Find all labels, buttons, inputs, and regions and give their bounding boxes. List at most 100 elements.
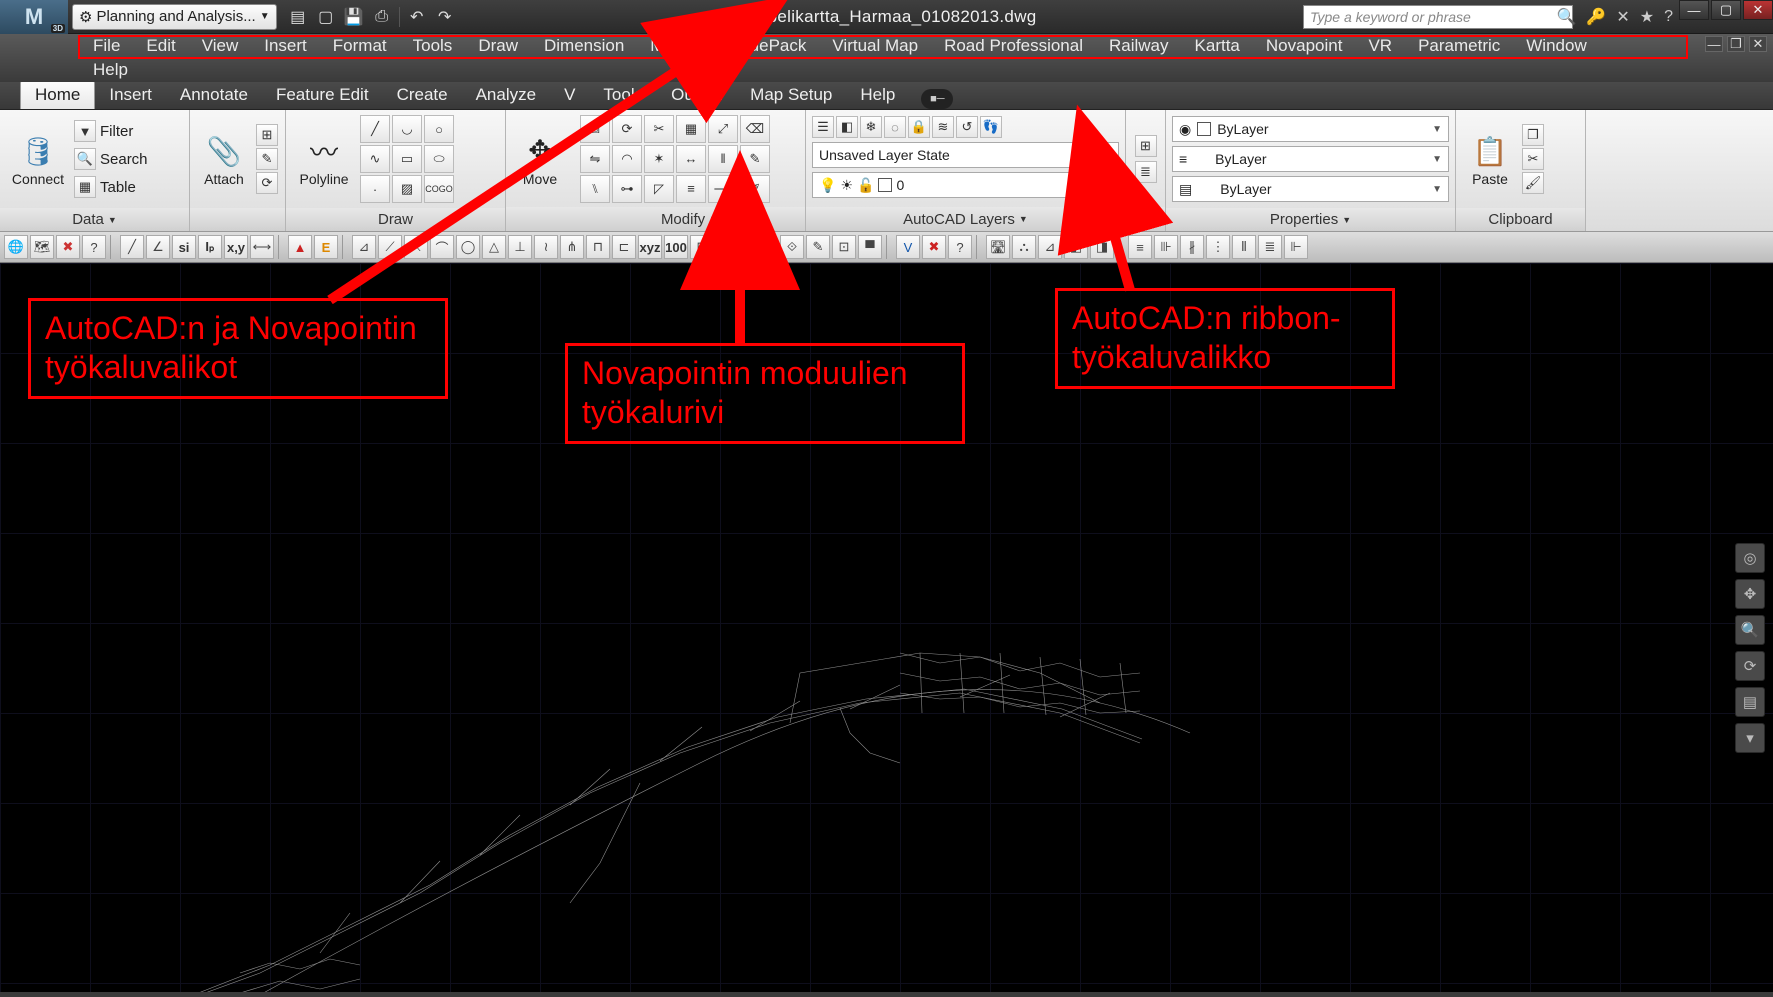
zoom-icon[interactable]: 🔍	[1735, 615, 1765, 645]
showmotion-icon[interactable]: ▤	[1735, 687, 1765, 717]
hatch-icon[interactable]: ▨	[392, 175, 422, 203]
panel-layers-title[interactable]: AutoCAD Layers ▼	[806, 207, 1125, 231]
layer-prop-icon[interactable]: ☰	[812, 116, 834, 138]
edit-icon[interactable]: ✎	[740, 145, 770, 173]
layer-prev-icon[interactable]: ↺	[956, 116, 978, 138]
rect-icon[interactable]: ▭	[392, 145, 422, 173]
key-icon[interactable]: 🔑	[1586, 7, 1606, 27]
search-input[interactable]: Type a keyword or phrase	[1303, 5, 1573, 29]
filter-button[interactable]: ▼Filter	[74, 118, 148, 144]
line-icon[interactable]: ╱	[360, 115, 390, 143]
ribbon-tab-insert[interactable]: Insert	[95, 81, 166, 109]
ts-np4[interactable]: ⌒	[430, 235, 454, 259]
join-icon[interactable]: ⊶	[612, 175, 642, 203]
menu-help[interactable]: Help	[80, 58, 141, 82]
ribbon-tab-feature-edit[interactable]: Feature Edit	[262, 81, 383, 109]
offset-icon[interactable]: ‖	[708, 145, 738, 173]
layer-off-icon[interactable]: ◌	[884, 116, 906, 138]
close-button[interactable]: ✕	[1743, 0, 1773, 20]
panel-properties-title[interactable]: Properties ▼	[1166, 208, 1455, 231]
explode-icon[interactable]: ✶	[644, 145, 674, 173]
menu-novapoint[interactable]: Novapoint	[1253, 34, 1356, 58]
ribbon-tab-analyze[interactable]: Analyze	[462, 81, 550, 109]
layer-walk-icon[interactable]: 👣	[980, 116, 1002, 138]
ribbon-tab-map-setup[interactable]: Map Setup	[736, 81, 846, 109]
stretch-icon[interactable]: ↔	[676, 145, 706, 173]
ts-v-icon[interactable]: V	[896, 235, 920, 259]
ts-xred-icon[interactable]: ✖	[922, 235, 946, 259]
search-button[interactable]: 🔍Search	[74, 146, 148, 172]
ts-rail6[interactable]: ≣	[1258, 235, 1282, 259]
pan-icon[interactable]: ✥	[1735, 579, 1765, 609]
minimize-button[interactable]: —	[1679, 0, 1709, 20]
ts-np5[interactable]: ◯	[456, 235, 480, 259]
ts-np2[interactable]: ⟋	[378, 235, 402, 259]
layer-freeze-icon[interactable]: ❄	[860, 116, 882, 138]
menu-parametric[interactable]: Parametric	[1405, 34, 1513, 58]
binoculars-icon[interactable]: 🔍	[1557, 7, 1577, 27]
panel-draw-title[interactable]: Draw	[286, 208, 505, 231]
layer-iso-icon[interactable]: ◧	[836, 116, 858, 138]
save-icon[interactable]: 💾	[343, 6, 365, 28]
attach-opt2[interactable]: ✎	[256, 148, 278, 170]
ts-road3[interactable]: ⊿	[1038, 235, 1062, 259]
cogo-button[interactable]: COGO	[424, 175, 454, 203]
match-icon[interactable]: 🖌	[1522, 172, 1544, 194]
ts-line1[interactable]: ╱	[120, 235, 144, 259]
array-icon[interactable]: ▦	[676, 115, 706, 143]
redo-icon[interactable]: ↷	[434, 6, 456, 28]
ts-rail5[interactable]: ⫴	[1232, 235, 1256, 259]
star-icon[interactable]: ★	[1640, 7, 1654, 27]
menu-virtual-map[interactable]: Virtual Map	[819, 34, 931, 58]
help-icon[interactable]: ?	[1664, 8, 1673, 26]
ts-road4[interactable]: ◧	[1064, 235, 1088, 259]
align-icon[interactable]: ≡	[676, 175, 706, 203]
current-layer-dropdown[interactable]: 💡 ☀ 🔓 0 ▼	[812, 172, 1119, 198]
layer-util1[interactable]: ⊞	[1135, 135, 1157, 157]
ts-np8[interactable]: ≀	[534, 235, 558, 259]
ts-help1-icon[interactable]: ?	[82, 235, 106, 259]
ts-road2[interactable]: ⛬	[1012, 235, 1036, 259]
mdi-restore[interactable]: ❐	[1727, 36, 1745, 52]
copy-clip-icon[interactable]: ❐	[1522, 124, 1544, 146]
nav-collapse-icon[interactable]: ▾	[1735, 723, 1765, 753]
panel-data-title[interactable]: Data ▼	[0, 208, 189, 231]
ts-np1[interactable]: ⊿	[352, 235, 376, 259]
menu-tools[interactable]: Tools	[400, 34, 466, 58]
break-icon[interactable]: ⑊	[580, 175, 610, 203]
attach-button[interactable]: 📎 Attach	[196, 114, 252, 204]
ellipse-icon[interactable]: ⬭	[424, 145, 454, 173]
copy-icon[interactable]: ⧉	[580, 115, 610, 143]
move-button[interactable]: ✥ Move	[508, 114, 572, 204]
ts-ip[interactable]: Iₚ	[198, 235, 222, 259]
ts-np3[interactable]: ⟍	[404, 235, 428, 259]
ribbon-tab-home[interactable]: Home	[20, 80, 95, 109]
menu-kartta[interactable]: Kartta	[1182, 34, 1253, 58]
menu-vr[interactable]: VR	[1355, 34, 1405, 58]
ts-np11[interactable]: ⊏	[612, 235, 636, 259]
ts-np13[interactable]: ▦	[716, 235, 740, 259]
orbit-icon[interactable]: ⟳	[1735, 651, 1765, 681]
paste-button[interactable]: 📋 Paste	[1462, 114, 1518, 204]
layer-lock-icon[interactable]: 🔒	[908, 116, 930, 138]
color-dropdown[interactable]: ◉ByLayer▼	[1172, 116, 1449, 142]
polyline-button[interactable]: 〰 Polyline	[292, 114, 356, 204]
panel-modify-title[interactable]: Modify ▼	[574, 207, 805, 231]
trim-icon[interactable]: ✂	[644, 115, 674, 143]
ts-rail1[interactable]: ≡	[1128, 235, 1152, 259]
app-menu-button[interactable]: M 3D	[0, 0, 68, 34]
new-icon[interactable]: ▤	[287, 6, 309, 28]
workspace-dropdown[interactable]: ⚙ Planning and Analysis... ▼	[72, 4, 277, 30]
ts-np6[interactable]: △	[482, 235, 506, 259]
ts-rail3[interactable]: ∦	[1180, 235, 1204, 259]
chamfer-icon[interactable]: ◸	[644, 175, 674, 203]
menu-valuepack[interactable]: ValuePack	[713, 34, 819, 58]
ts-globe-icon[interactable]: 🌐	[4, 235, 28, 259]
point-icon[interactable]: ·	[360, 175, 390, 203]
ts-road1[interactable]: 🛣	[986, 235, 1010, 259]
layer-match-icon[interactable]: ≋	[932, 116, 954, 138]
menu-railway[interactable]: Railway	[1096, 34, 1182, 58]
linetype-dropdown[interactable]: ▤ByLayer▼	[1172, 176, 1449, 202]
erase-icon[interactable]: ⌫	[740, 115, 770, 143]
ts-np14[interactable]: ▥	[742, 235, 766, 259]
